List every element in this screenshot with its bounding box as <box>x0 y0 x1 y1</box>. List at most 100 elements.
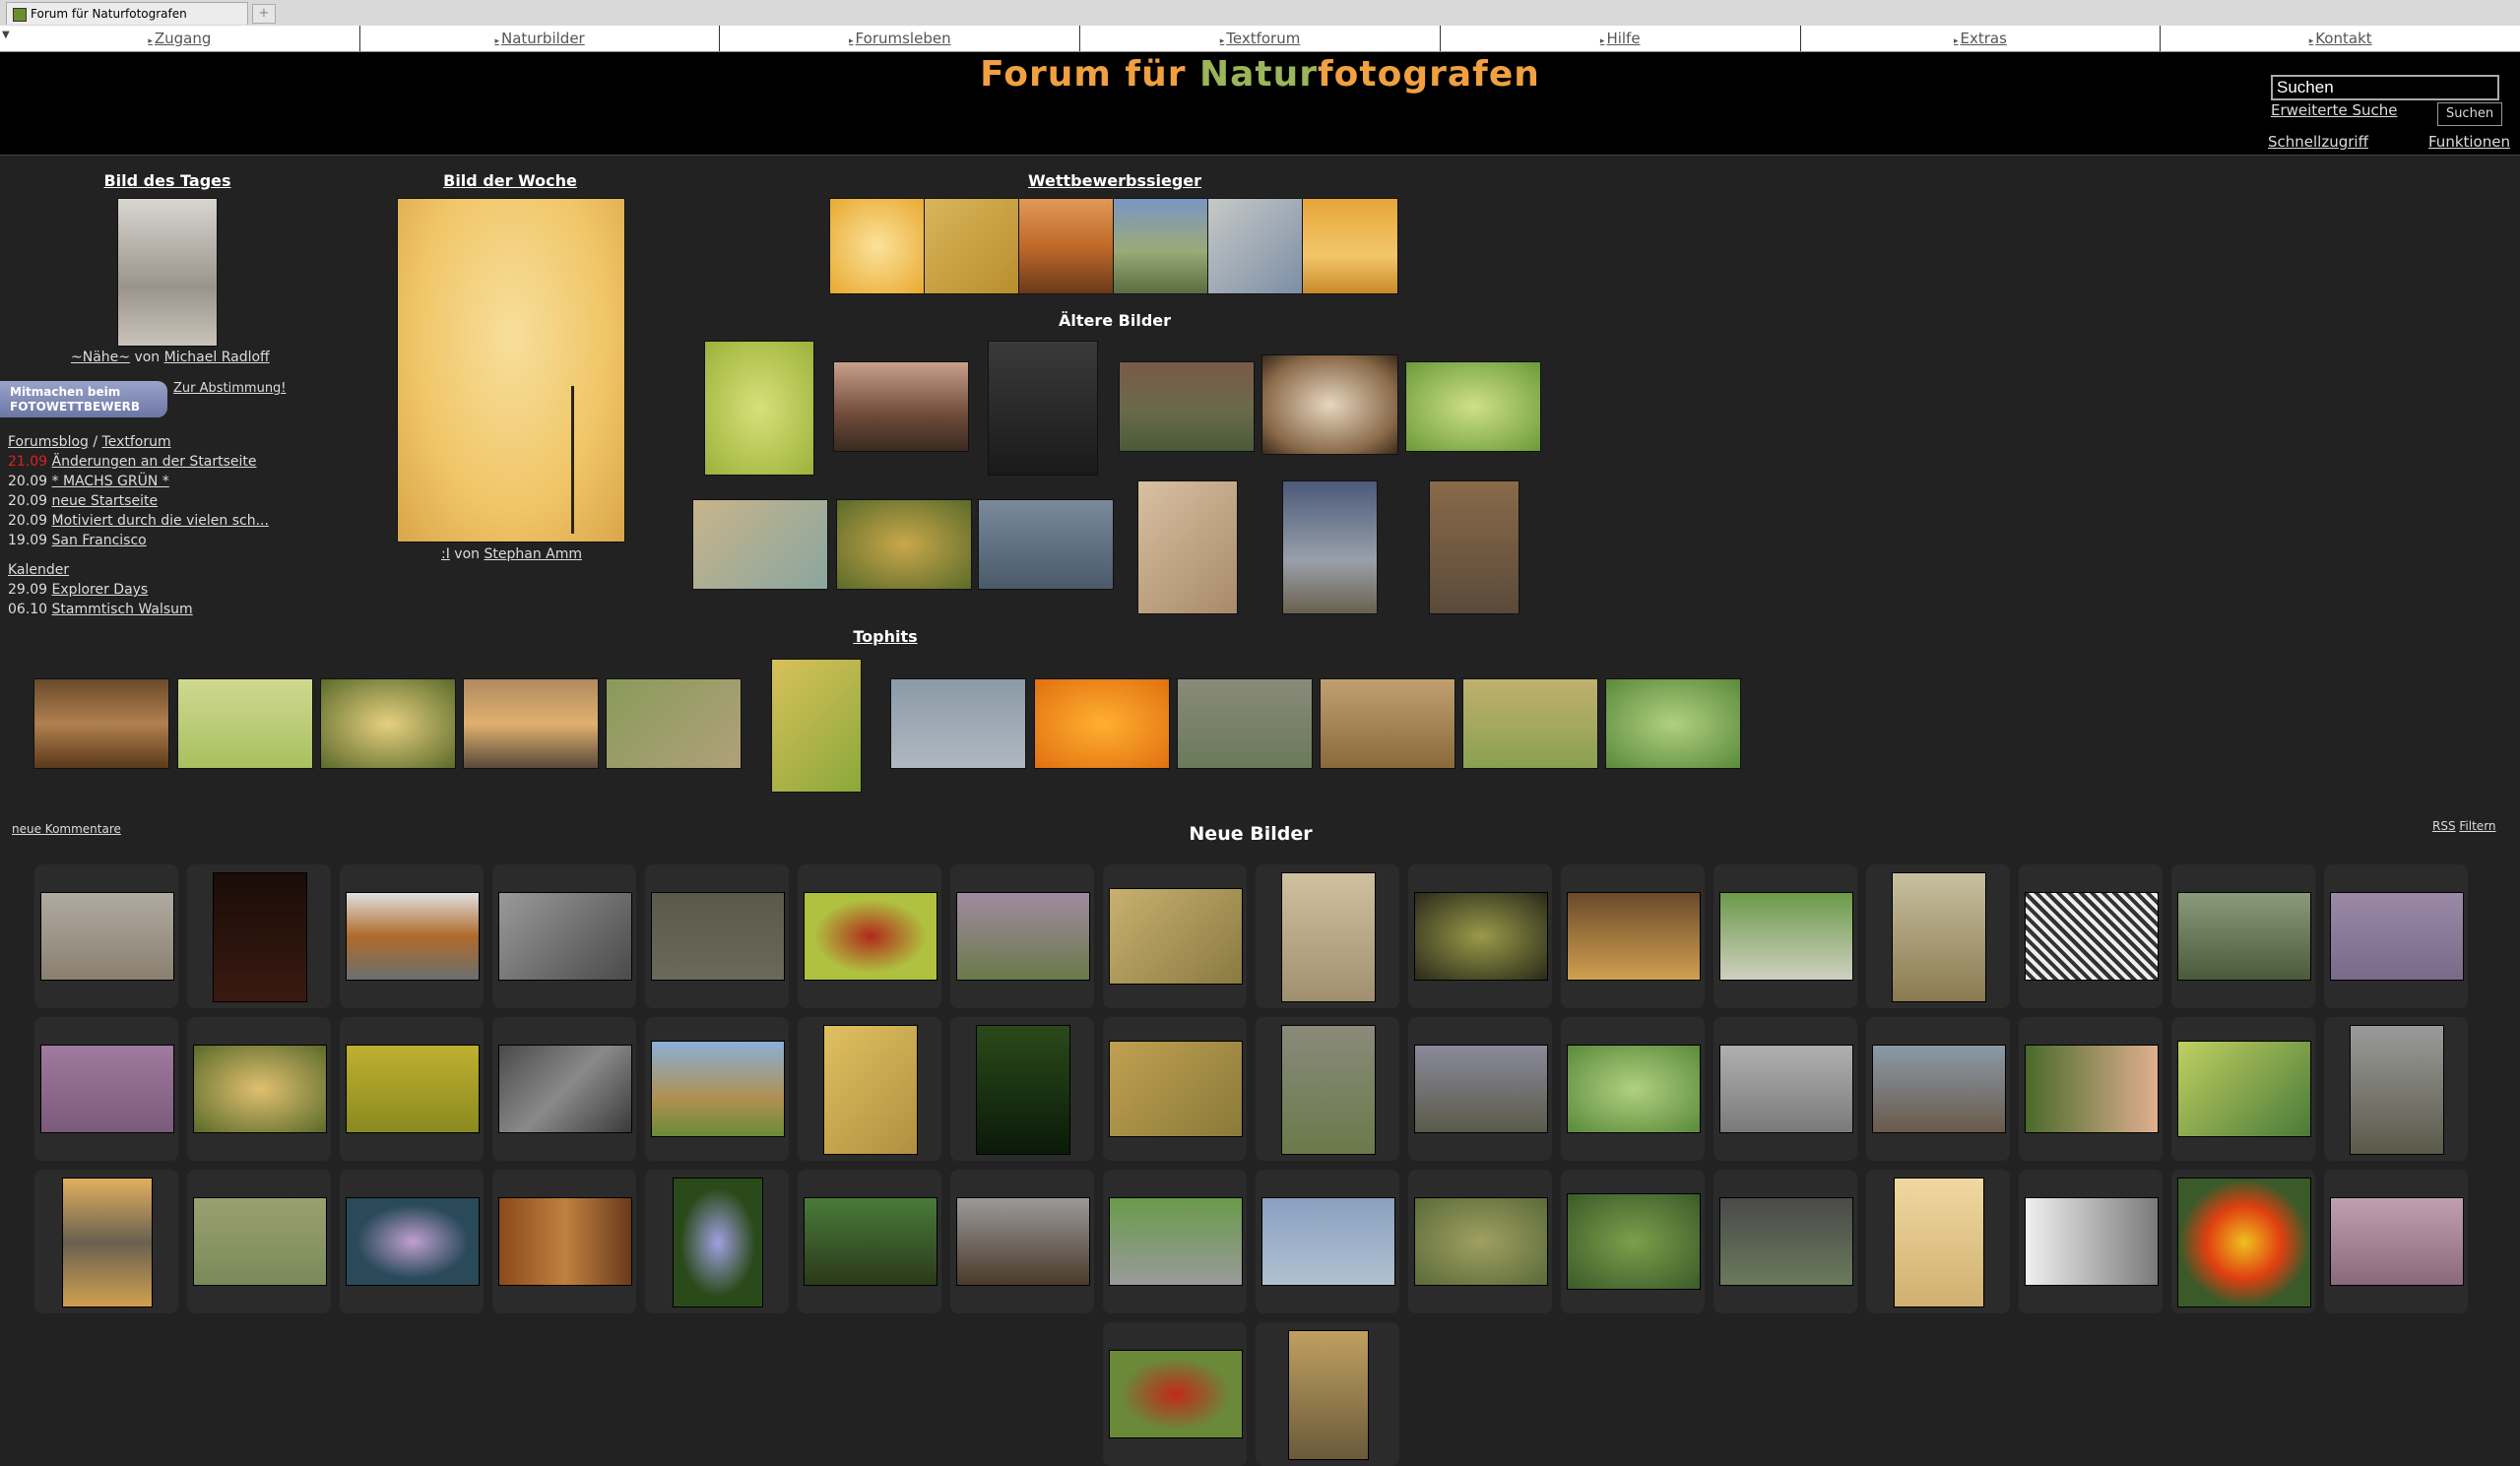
new-image-cell[interactable] <box>1713 1170 1857 1313</box>
new-image-cell[interactable] <box>1256 1322 1399 1466</box>
vote-link[interactable]: Zur Abstimmung! <box>173 381 287 396</box>
older-image[interactable] <box>704 341 814 476</box>
older-image[interactable] <box>1261 354 1398 455</box>
nav-zugang[interactable]: ▸ Zugang <box>0 26 360 51</box>
textforum-link[interactable]: Textforum <box>102 434 171 450</box>
bild-der-woche-heading[interactable]: Bild der Woche <box>431 171 589 190</box>
browser-tab[interactable]: Forum für Naturfotografen <box>6 2 248 25</box>
tophits-heading[interactable]: Tophits <box>807 627 964 646</box>
forumsblog-link[interactable]: Forumsblog <box>8 434 89 450</box>
new-image-cell[interactable] <box>1408 864 1552 1008</box>
older-image[interactable] <box>1119 361 1255 452</box>
new-image-cell[interactable] <box>492 864 636 1008</box>
older-image[interactable] <box>988 341 1098 476</box>
new-image-cell[interactable] <box>1713 1017 1857 1161</box>
new-image-cell[interactable] <box>492 1170 636 1313</box>
new-image-cell[interactable] <box>950 1170 1094 1313</box>
new-comments-link[interactable]: neue Kommentare <box>12 822 121 836</box>
new-image-cell[interactable] <box>1103 1017 1247 1161</box>
bild-des-tages-author[interactable]: Michael Radloff <box>164 350 270 365</box>
tophit-image[interactable] <box>320 678 456 769</box>
new-image-cell[interactable] <box>34 864 178 1008</box>
search-input[interactable] <box>2271 75 2499 100</box>
scroll-arrow-icon[interactable]: ▼ <box>2 30 10 40</box>
new-image-cell[interactable] <box>2324 1170 2468 1313</box>
new-image-cell[interactable] <box>798 1017 941 1161</box>
tophit-image[interactable] <box>33 678 169 769</box>
new-image-cell[interactable] <box>2171 1170 2315 1313</box>
nav-extras[interactable]: ▸ Extras <box>1801 26 2162 51</box>
search-button[interactable]: Suchen <box>2437 102 2502 126</box>
older-image[interactable] <box>1137 480 1238 614</box>
calendar-link[interactable]: Kalender <box>8 560 193 580</box>
blog-entry[interactable]: 21.09 Änderungen an der Startseite <box>8 452 269 472</box>
bild-des-tages-title[interactable]: ~Nähe~ <box>71 350 130 365</box>
calendar-entry[interactable]: 29.09 Explorer Days <box>8 580 193 600</box>
blog-entry[interactable]: 20.09 * MACHS GRÜN * <box>8 472 269 491</box>
nav-hilfe[interactable]: ▸ Hilfe <box>1441 26 1801 51</box>
rss-link[interactable]: RSS <box>2432 819 2456 833</box>
new-image-cell[interactable] <box>1561 1170 1705 1313</box>
older-image[interactable] <box>836 499 972 590</box>
winner-image[interactable] <box>1207 198 1304 294</box>
new-image-cell[interactable] <box>1256 864 1399 1008</box>
winner-image[interactable] <box>1018 198 1115 294</box>
nav-forumsleben[interactable]: ▸ Forumsleben <box>720 26 1081 51</box>
tophit-image[interactable] <box>177 678 313 769</box>
new-image-cell[interactable] <box>34 1017 178 1161</box>
new-image-cell[interactable] <box>798 1170 941 1313</box>
tophit-image[interactable] <box>463 678 599 769</box>
new-image-cell[interactable] <box>2019 1017 2163 1161</box>
bild-des-tages-heading[interactable]: Bild des Tages <box>89 171 246 190</box>
new-image-cell[interactable] <box>187 1017 331 1161</box>
new-image-cell[interactable] <box>645 1017 789 1161</box>
tophit-image[interactable] <box>890 678 1026 769</box>
bild-der-woche-image[interactable] <box>397 198 625 542</box>
new-image-cell[interactable] <box>1866 864 2010 1008</box>
tophit-image[interactable] <box>1320 678 1455 769</box>
older-image[interactable] <box>1405 361 1541 452</box>
new-image-cell[interactable] <box>340 1170 484 1313</box>
new-image-cell[interactable] <box>2324 864 2468 1008</box>
nav-kontakt[interactable]: ▸ Kontakt <box>2161 26 2520 51</box>
new-image-cell[interactable] <box>645 1170 789 1313</box>
tophit-image[interactable] <box>1034 678 1170 769</box>
older-image[interactable] <box>978 499 1114 590</box>
new-image-cell[interactable] <box>950 864 1094 1008</box>
fotowettbewerb-button[interactable]: Mitmachen beim FOTOWETTBEWERB <box>0 381 167 417</box>
new-image-cell[interactable] <box>187 864 331 1008</box>
winner-image[interactable] <box>1302 198 1398 294</box>
wettbewerbssieger-heading[interactable]: Wettbewerbssieger <box>1016 171 1213 190</box>
new-image-cell[interactable] <box>2019 1170 2163 1313</box>
new-image-cell[interactable] <box>1866 1017 2010 1161</box>
bild-der-woche-author[interactable]: Stephan Amm <box>484 546 582 562</box>
new-image-cell[interactable] <box>2019 864 2163 1008</box>
winner-image[interactable] <box>829 198 926 294</box>
nav-naturbilder[interactable]: ▸ Naturbilder <box>360 26 721 51</box>
new-image-cell[interactable] <box>2171 864 2315 1008</box>
older-image[interactable] <box>692 499 828 590</box>
tophit-image[interactable] <box>1605 678 1741 769</box>
tophit-image[interactable] <box>1462 678 1598 769</box>
winner-image[interactable] <box>924 198 1020 294</box>
tophit-image[interactable] <box>606 678 742 769</box>
winner-image[interactable] <box>1113 198 1209 294</box>
tophit-image[interactable] <box>1177 678 1313 769</box>
new-image-cell[interactable] <box>34 1170 178 1313</box>
new-image-cell[interactable] <box>1103 1170 1247 1313</box>
new-image-cell[interactable] <box>950 1017 1094 1161</box>
new-image-cell[interactable] <box>1256 1170 1399 1313</box>
new-image-cell[interactable] <box>645 864 789 1008</box>
new-image-cell[interactable] <box>1103 1322 1247 1466</box>
blog-entry[interactable]: 19.09 San Francisco <box>8 531 269 550</box>
filter-link[interactable]: Filtern <box>2459 819 2495 833</box>
new-image-cell[interactable] <box>340 864 484 1008</box>
new-image-cell[interactable] <box>340 1017 484 1161</box>
tophit-image[interactable] <box>771 659 862 793</box>
new-image-cell[interactable] <box>1256 1017 1399 1161</box>
blog-entry[interactable]: 20.09 Motiviert durch die vielen sch... <box>8 511 269 531</box>
new-image-cell[interactable] <box>1561 1017 1705 1161</box>
older-image[interactable] <box>1429 480 1519 614</box>
new-image-cell[interactable] <box>798 864 941 1008</box>
older-image[interactable] <box>833 361 969 452</box>
